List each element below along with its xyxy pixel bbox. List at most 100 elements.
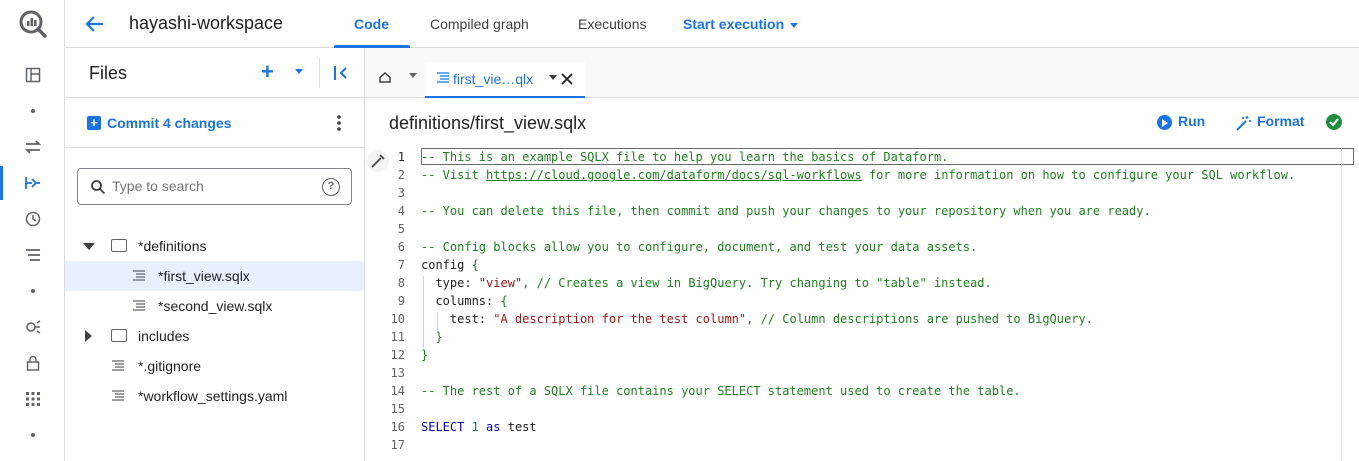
line-number: 9	[397, 294, 405, 308]
code-token: {	[464, 258, 479, 272]
folder-icon	[111, 239, 127, 252]
code-keyword: SELECT	[421, 420, 465, 434]
code-token: type:	[421, 276, 479, 290]
dataform-icon[interactable]	[20, 170, 46, 196]
line-number: 15	[390, 402, 405, 416]
code-line: type: "view", // Creates a view in BigQu…	[421, 276, 992, 290]
code-editor[interactable]: 1 2 3 4 5 6 7 8 9 10 11 12 13 14 15 16 1…	[365, 148, 1359, 461]
separator-dot	[31, 289, 35, 293]
format-wand-icon[interactable]	[1235, 115, 1252, 132]
more-apps-icon[interactable]	[20, 386, 46, 412]
chevron-down-icon[interactable]	[549, 75, 557, 80]
separator-dot	[31, 433, 35, 437]
line-number: 5	[397, 222, 405, 236]
expand-arrow-icon[interactable]	[83, 243, 95, 250]
code-comment: for more information on how to configure…	[861, 168, 1296, 182]
format-button[interactable]: Format	[1257, 113, 1304, 129]
tree-item-label: *.gitignore	[138, 358, 202, 374]
code-comment: , // Creates a view in BigQuery. Try cha…	[522, 276, 992, 290]
start-execution-label: Start execution	[683, 16, 785, 32]
files-panel: Files + + Commit 4 changes ? *definition…	[65, 48, 365, 461]
code-line: -- Config blocks allow you to configure,…	[421, 240, 978, 254]
query-history-icon[interactable]	[20, 242, 46, 268]
left-nav-rail	[0, 0, 65, 461]
search-icon	[91, 180, 106, 195]
line-number: 14	[390, 384, 405, 398]
editor-tab-first-view[interactable]: first_vie…qlx	[425, 62, 585, 98]
line-number: 6	[397, 240, 405, 254]
line-number: 11	[390, 330, 405, 344]
chevron-down-icon[interactable]	[409, 73, 417, 78]
file-path: definitions/first_view.sqlx	[389, 113, 587, 133]
line-number: 7	[397, 258, 405, 272]
tree-item-label: *definitions	[138, 238, 207, 254]
tree-item-label: *first_view.sqlx	[158, 268, 250, 284]
line-number: 8	[397, 276, 405, 290]
tree-file-workflow-settings[interactable]: *workflow_settings.yaml	[65, 381, 364, 411]
tab-compiled-graph[interactable]: Compiled graph	[430, 16, 529, 32]
more-vert-icon[interactable]	[337, 114, 341, 132]
start-execution-button[interactable]: Start execution	[683, 16, 799, 32]
code-line: config {	[421, 258, 479, 272]
files-title: Files	[89, 63, 128, 83]
run-button[interactable]: Run	[1178, 113, 1205, 129]
chevron-down-icon	[790, 22, 799, 28]
code-line: columns: {	[421, 294, 508, 308]
check-circle-icon	[1326, 114, 1342, 130]
chevron-down-icon[interactable]	[295, 69, 303, 74]
close-icon[interactable]	[559, 71, 575, 87]
editor-toolbar: definitions/first_view.sqlx Run Format	[365, 98, 1359, 148]
file-lines-icon	[112, 390, 124, 401]
home-icon[interactable]	[379, 72, 391, 83]
tree-folder-includes[interactable]: includes	[65, 321, 364, 351]
ai-assist-pen-icon[interactable]	[367, 150, 389, 172]
tab-executions[interactable]: Executions	[578, 16, 646, 32]
collapse-panel-icon[interactable]	[331, 62, 353, 84]
expand-arrow-icon[interactable]	[85, 330, 92, 342]
file-search-box[interactable]: ?	[77, 168, 352, 205]
code-link[interactable]: https://cloud.google.com/dataform/docs/s…	[486, 168, 862, 182]
file-lines-icon	[133, 270, 145, 281]
separator-dot	[31, 109, 35, 113]
commit-row: + Commit 4 changes	[65, 98, 364, 148]
editor-tab-bar: first_vie…qlx	[365, 48, 1359, 98]
code-string: "view"	[478, 276, 523, 290]
transfers-icon[interactable]	[20, 134, 46, 160]
line-number: 2	[397, 168, 405, 182]
policy-tags-icon[interactable]	[20, 350, 46, 376]
code-token: {	[500, 294, 508, 308]
file-lines-icon	[437, 72, 449, 83]
folder-icon	[111, 329, 127, 342]
tree-file-second-view[interactable]: *second_view.sqlx	[65, 291, 364, 321]
tree-file-gitignore[interactable]: *.gitignore	[65, 351, 364, 381]
line-number: 1	[397, 150, 405, 164]
add-file-button[interactable]: +	[261, 61, 274, 83]
commit-plus-icon[interactable]: +	[87, 116, 101, 130]
run-icon[interactable]	[1157, 115, 1172, 130]
explorer-icon[interactable]	[20, 62, 46, 88]
tab-code[interactable]: Code	[354, 16, 389, 32]
tree-file-first-view[interactable]: *first_view.sqlx	[65, 261, 364, 291]
analytics-hub-icon[interactable]	[20, 314, 46, 340]
tree-item-label: *second_view.sqlx	[158, 298, 273, 314]
code-token: test	[500, 420, 537, 434]
search-input[interactable]	[112, 178, 312, 194]
code-token: columns:	[421, 294, 501, 308]
code-string: "A description for the test column"	[493, 312, 747, 326]
commit-changes-button[interactable]: Commit 4 changes	[107, 115, 231, 131]
code-line: }	[421, 348, 429, 362]
tree-folder-definitions[interactable]: *definitions	[65, 231, 364, 261]
line-number: 17	[390, 438, 405, 452]
code-line: }	[421, 330, 443, 344]
line-number: 4	[397, 204, 405, 218]
file-lines-icon	[133, 300, 145, 311]
code-line: -- You can delete this file, then commit…	[421, 204, 1151, 218]
scheduled-queries-icon[interactable]	[20, 206, 46, 232]
help-icon[interactable]: ?	[322, 178, 340, 196]
bigquery-logo-icon[interactable]	[17, 8, 49, 40]
editor-tab-label: first_vie…qlx	[453, 71, 534, 87]
back-arrow-icon[interactable]	[83, 12, 107, 36]
workspace-header: hayashi-workspace Code Compiled graph Ex…	[65, 0, 1359, 48]
code-line: -- The rest of a SQLX file contains your…	[421, 384, 1021, 398]
code-line: -- This is an example SQLX file to help …	[421, 150, 949, 164]
